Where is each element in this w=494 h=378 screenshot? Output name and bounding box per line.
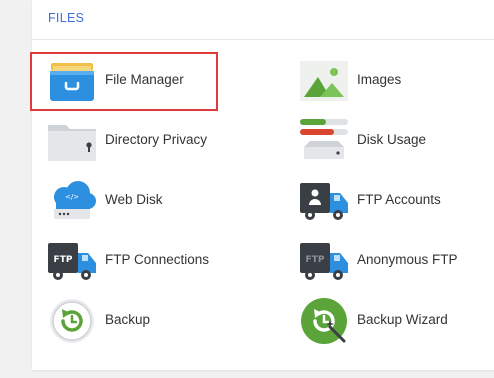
disk-usage-label: Disk Usage	[357, 132, 427, 147]
anonymous-ftp-label: Anonymous FTP	[357, 252, 458, 267]
svg-text:FTP: FTP	[54, 255, 73, 265]
images-icon	[300, 57, 348, 105]
file-manager-icon	[48, 57, 96, 105]
ftp-accounts-label: FTP Accounts	[357, 192, 441, 207]
directory-privacy-icon	[48, 117, 96, 165]
ftp-connections-label: FTP Connections	[105, 252, 210, 267]
web-disk-icon: </>	[48, 177, 96, 225]
section-title: FILES	[48, 11, 85, 25]
svg-text:</>: </>	[65, 193, 79, 201]
backup-wizard-icon	[300, 297, 348, 345]
ftp-accounts-icon	[300, 177, 348, 225]
backup-label: Backup	[105, 312, 151, 327]
disk-usage-icon	[300, 117, 348, 165]
images-label: Images	[357, 72, 402, 87]
directory-privacy-label: Directory Privacy	[105, 132, 208, 147]
file-manager-label: File Manager	[105, 72, 184, 87]
web-disk-label: Web Disk	[105, 192, 163, 207]
svg-text:FTP: FTP	[306, 255, 325, 265]
anonymous-ftp-icon: FTP	[300, 237, 348, 285]
backup-icon	[48, 297, 96, 345]
backup-wizard-label: Backup Wizard	[357, 312, 448, 327]
files-section-header: FILES	[32, 0, 494, 40]
ftp-connections-icon: FTP	[48, 237, 96, 285]
